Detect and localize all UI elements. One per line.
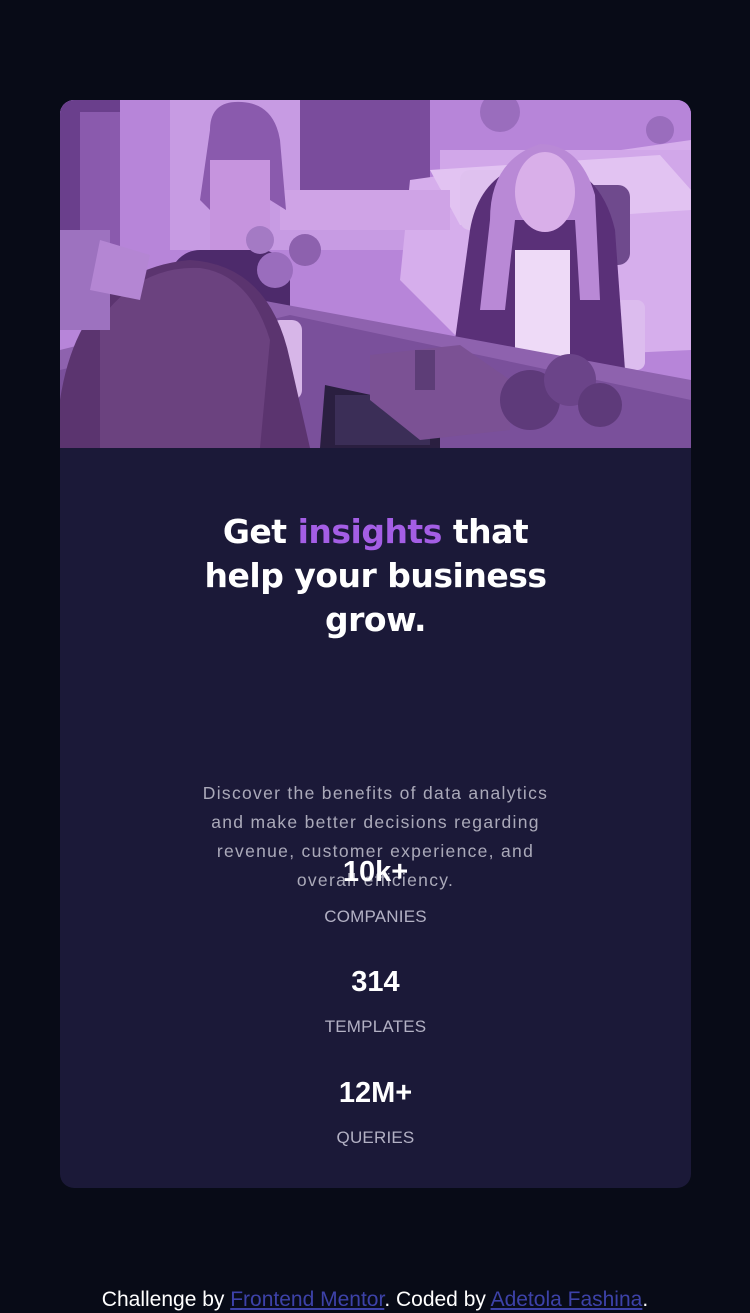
frontend-mentor-link[interactable]: Frontend Mentor bbox=[230, 1288, 384, 1311]
stats-preview-card: Get insights that help your business gro… bbox=[60, 100, 691, 1188]
stat-label: QUERIES bbox=[336, 1128, 415, 1147]
stat-label: TEMPLATES bbox=[324, 1017, 427, 1036]
stat-label: COMPANIES bbox=[324, 907, 427, 926]
hero-image bbox=[60, 100, 691, 448]
stat-value: 10k+ bbox=[342, 856, 409, 888]
office-photo-illustration bbox=[60, 100, 691, 448]
stat-value: 314 bbox=[351, 966, 400, 998]
attribution-suffix: . bbox=[642, 1288, 649, 1311]
headline-part1: Get bbox=[222, 512, 298, 551]
headline: Get insights that help your business gro… bbox=[200, 510, 551, 642]
stat-companies: 10k+ COMPANIES bbox=[60, 855, 691, 927]
headline-accent-word: insights bbox=[297, 512, 443, 551]
stat-queries: 12M+ QUERIES bbox=[60, 1076, 691, 1148]
attribution: Challenge by Frontend Mentor. Coded by A… bbox=[0, 1287, 750, 1313]
stat-templates: 314 TEMPLATES bbox=[60, 965, 691, 1037]
attribution-middle: . Coded by bbox=[384, 1288, 491, 1311]
attribution-prefix: Challenge by bbox=[101, 1288, 231, 1311]
stat-value: 12M+ bbox=[338, 1077, 413, 1109]
author-link[interactable]: Adetola Fashina bbox=[491, 1288, 643, 1311]
